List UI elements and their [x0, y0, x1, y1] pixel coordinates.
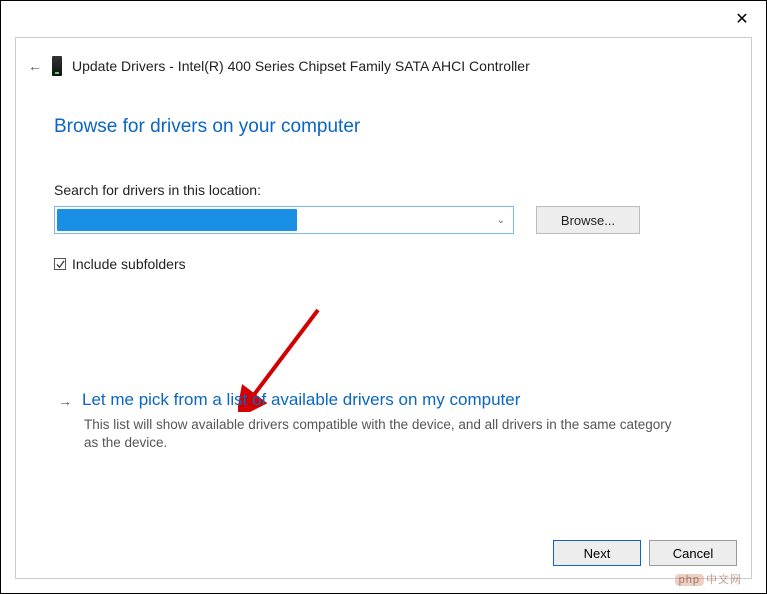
close-icon[interactable]: ✕: [732, 9, 752, 29]
location-combobox[interactable]: ⌄: [54, 206, 514, 234]
window-title: Update Drivers - Intel(R) 400 Series Chi…: [72, 58, 530, 74]
pick-option-title: Let me pick from a list of available dri…: [82, 390, 520, 410]
next-button[interactable]: Next: [553, 540, 641, 566]
wizard-panel: ← Update Drivers - Intel(R) 400 Series C…: [15, 37, 752, 579]
checkbox-icon: [54, 258, 66, 270]
pick-option-description: This list will show available drivers co…: [84, 416, 684, 452]
search-input-row: ⌄ Browse...: [54, 206, 640, 234]
location-path-value: [57, 209, 297, 231]
include-subfolders-checkbox[interactable]: Include subfolders: [54, 256, 186, 272]
device-icon: [52, 56, 62, 76]
chevron-down-icon[interactable]: ⌄: [497, 215, 505, 226]
footer-buttons: Next Cancel: [553, 540, 737, 566]
back-arrow-icon[interactable]: ←: [28, 58, 42, 74]
include-subfolders-label: Include subfolders: [72, 256, 186, 272]
pick-from-list-option[interactable]: → Let me pick from a list of available d…: [58, 390, 711, 452]
header-row: ← Update Drivers - Intel(R) 400 Series C…: [28, 56, 739, 76]
search-location-label: Search for drivers in this location:: [54, 182, 261, 198]
page-heading: Browse for drivers on your computer: [54, 116, 360, 138]
cancel-button[interactable]: Cancel: [649, 540, 737, 566]
browse-button[interactable]: Browse...: [536, 206, 640, 234]
arrow-right-icon: →: [58, 393, 72, 409]
